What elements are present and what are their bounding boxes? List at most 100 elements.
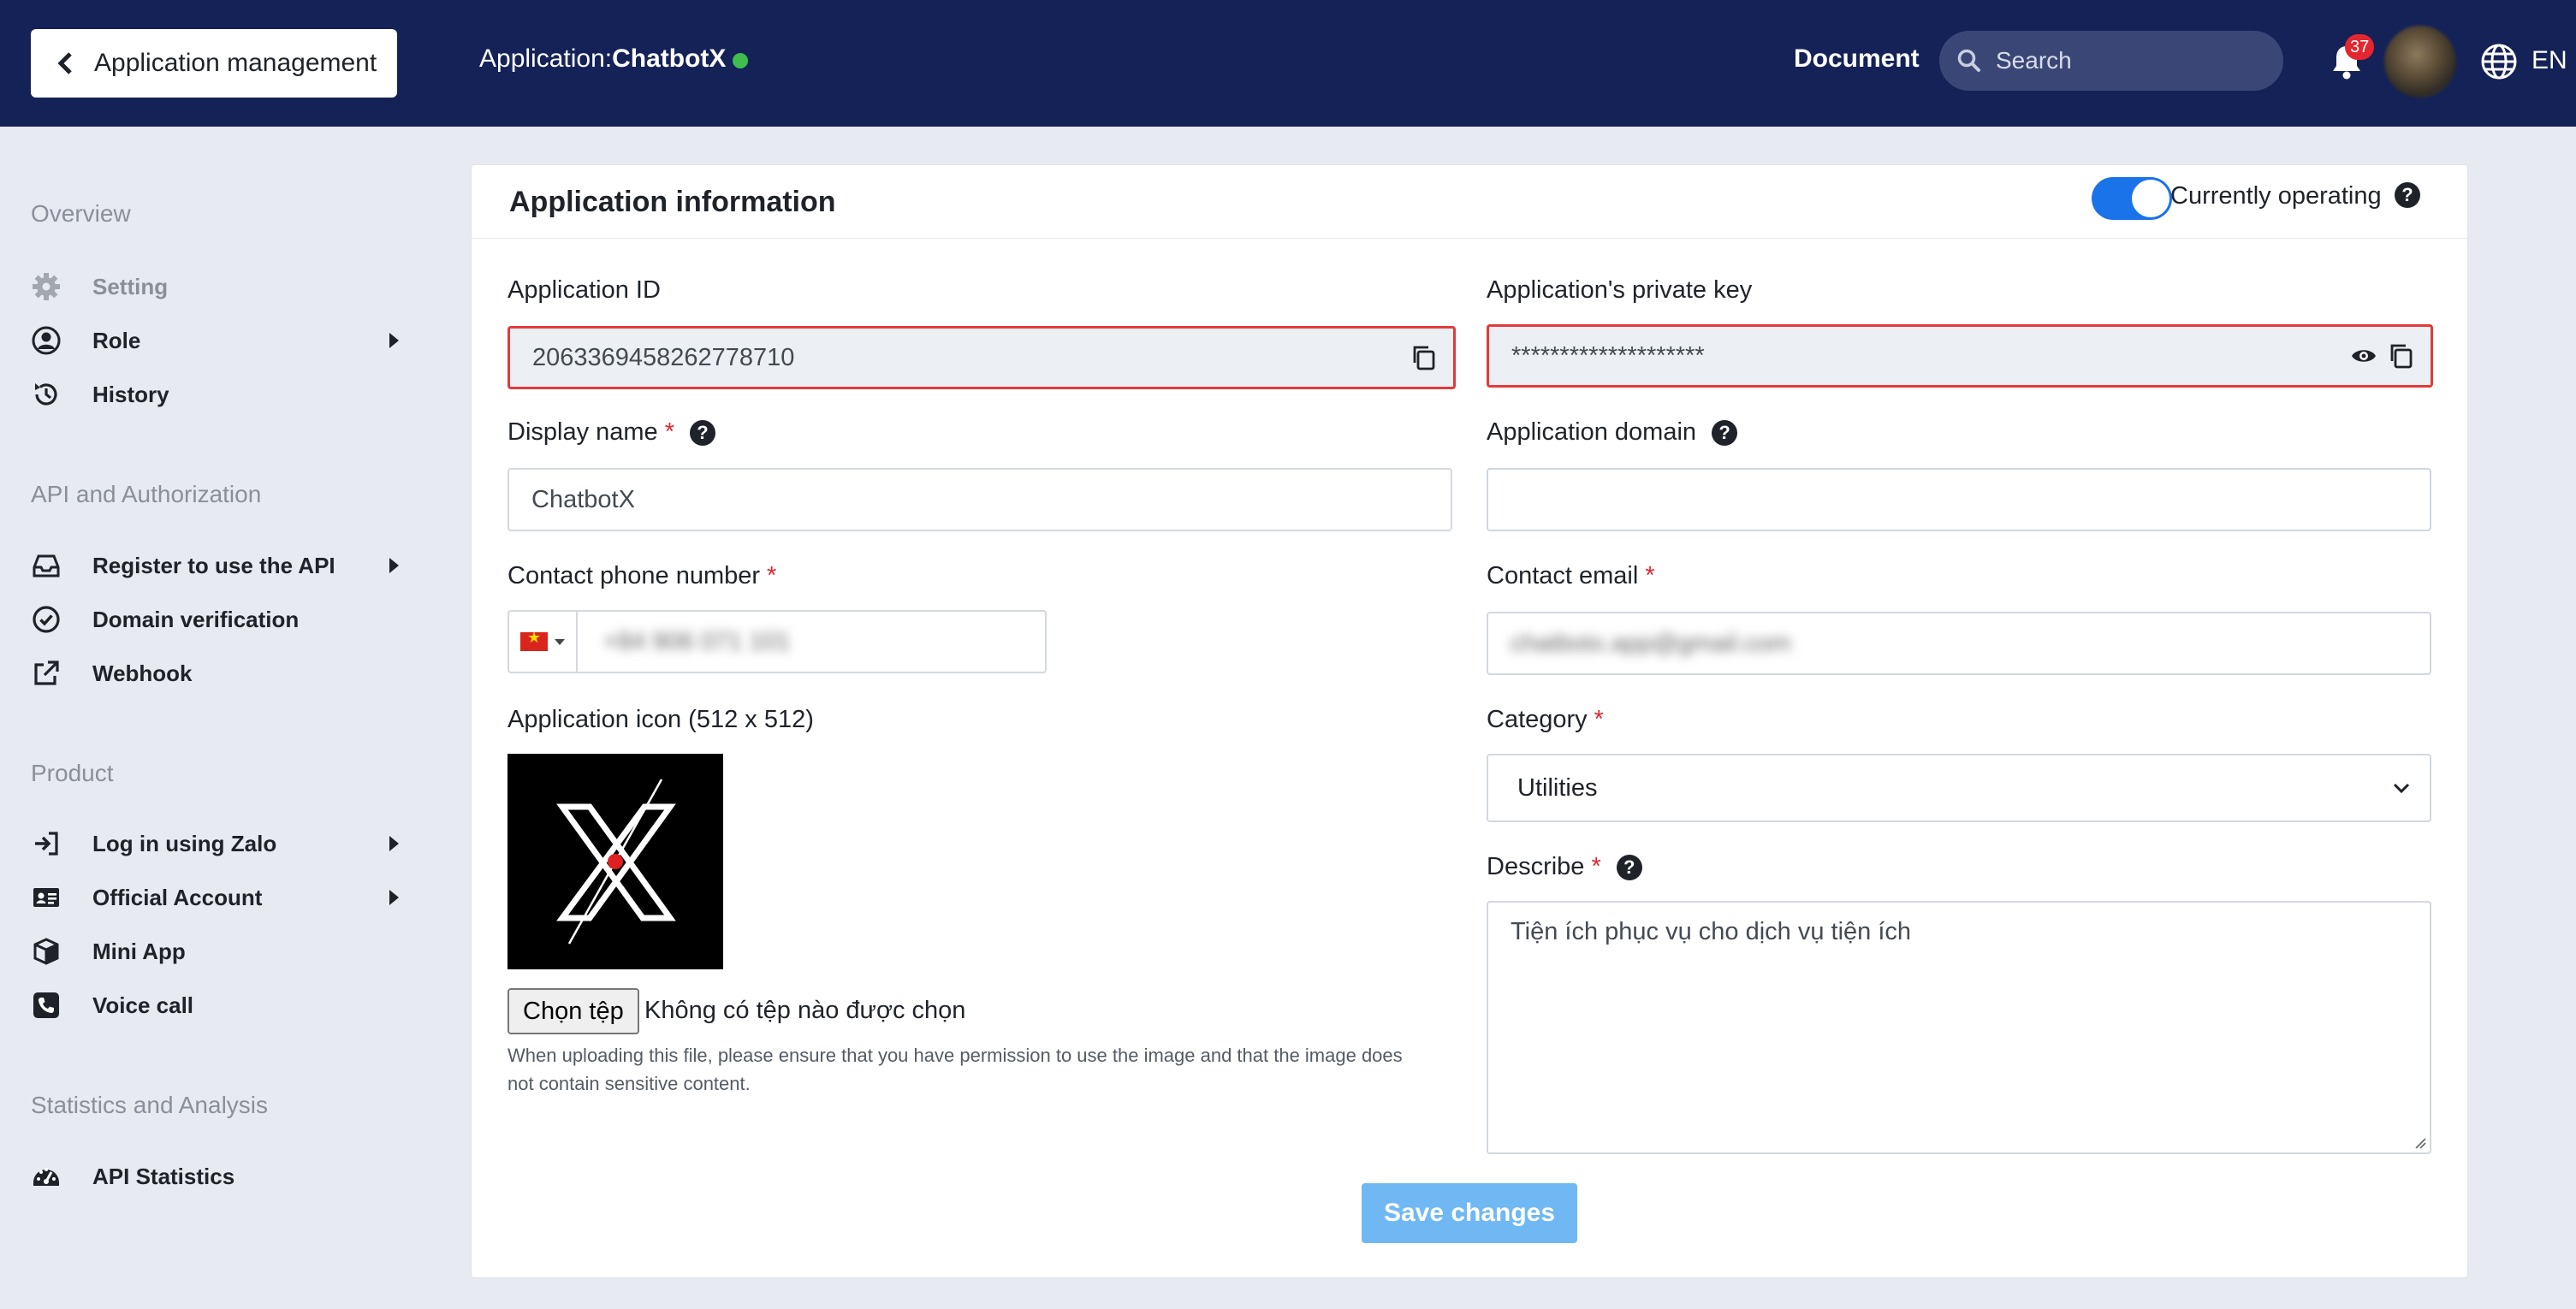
display-name-input[interactable] bbox=[531, 485, 1451, 514]
document-link[interactable]: Document bbox=[1794, 44, 1920, 74]
private-key-label-text: Application's private key bbox=[1487, 276, 1753, 304]
help-icon[interactable]: ? bbox=[1712, 419, 1738, 446]
required-mark: * bbox=[1591, 853, 1601, 880]
back-button[interactable]: Application management bbox=[31, 29, 397, 98]
app-domain-field[interactable] bbox=[1487, 468, 2431, 531]
gear-icon bbox=[33, 273, 60, 300]
globe-icon[interactable] bbox=[2480, 43, 2518, 80]
describe-textarea[interactable]: Tiện ích phục vụ cho dịch vụ tiện ích bbox=[1487, 901, 2431, 1154]
sidebar-item-voice-call[interactable]: Voice call bbox=[31, 984, 399, 1027]
status-dot bbox=[733, 53, 749, 68]
email-value: chatbotx.app@gmail.com bbox=[1511, 629, 1791, 657]
sidebar-item-label: Mini App bbox=[92, 938, 186, 964]
sign-in-icon bbox=[35, 832, 58, 856]
display-name-field[interactable] bbox=[507, 468, 1452, 531]
card-title: Application information bbox=[509, 186, 836, 218]
sidebar-item-history[interactable]: History bbox=[31, 373, 399, 416]
required-mark: * bbox=[1594, 706, 1604, 733]
sidebar-item-mini-app[interactable]: Mini App bbox=[31, 930, 399, 973]
top-bar: Application management Application: Chat… bbox=[0, 0, 2576, 127]
required-mark: * bbox=[664, 418, 674, 446]
app-id-field: 2063369458262778710 bbox=[507, 326, 1456, 389]
sidebar-item-label: API Statistics bbox=[92, 1163, 235, 1189]
private-key-field: ******************** bbox=[1487, 324, 2433, 388]
sidebar-item-api-statistics[interactable]: API Statistics bbox=[31, 1155, 399, 1198]
caret-right-icon bbox=[389, 558, 399, 573]
sidebar-group-api: API and Authorization bbox=[31, 481, 262, 507]
sidebar-item-label: Official Account bbox=[92, 884, 263, 910]
describe-label: Describe * ? bbox=[1487, 853, 1642, 881]
caret-right-icon bbox=[389, 890, 399, 905]
caret-down-icon bbox=[555, 638, 565, 645]
describe-value: Tiện ích phục vụ cho dịch vụ tiện ích bbox=[1511, 918, 1912, 945]
save-button[interactable]: Save changes bbox=[1362, 1183, 1577, 1243]
phone-value: +84 906 071 101 bbox=[603, 627, 791, 655]
app-name: ChatbotX bbox=[612, 44, 727, 73]
required-mark: * bbox=[1645, 562, 1655, 589]
eye-icon[interactable] bbox=[2350, 342, 2377, 370]
category-label: Category * bbox=[1487, 706, 1604, 734]
resize-handle-icon[interactable] bbox=[2414, 1137, 2426, 1149]
sidebar-item-label: Voice call bbox=[92, 992, 194, 1018]
sidebar-item-label: Role bbox=[92, 327, 141, 353]
back-button-label: Application management bbox=[94, 49, 377, 77]
help-icon[interactable]: ? bbox=[1616, 854, 1642, 880]
sidebar-item-login-zalo[interactable]: Log in using Zalo bbox=[31, 822, 399, 865]
display-name-label: Display name * ? bbox=[507, 418, 715, 447]
app-icon-label-text: Application icon (512 x 512) bbox=[507, 706, 814, 733]
chevron-left-icon bbox=[57, 52, 72, 74]
notification-badge: 37 bbox=[2345, 34, 2375, 60]
sidebar-item-role[interactable]: Role bbox=[31, 319, 399, 362]
app-title: Application: ChatbotX bbox=[479, 44, 749, 74]
category-label-text: Category bbox=[1487, 706, 1588, 733]
search-box[interactable] bbox=[1939, 31, 2283, 91]
help-icon[interactable]: ? bbox=[689, 419, 715, 446]
phone-field[interactable]: +84 906 071 101 bbox=[507, 610, 1047, 673]
app-id-label: Application ID bbox=[507, 276, 661, 305]
card-header: Application information Currently operat… bbox=[472, 165, 2467, 239]
sidebar-item-register-api[interactable]: Register to use the API bbox=[31, 544, 399, 587]
sidebar-item-webhook[interactable]: Webhook bbox=[31, 652, 399, 695]
sidebar-item-official-account[interactable]: Official Account bbox=[31, 876, 399, 919]
choose-file-button[interactable]: Chọn tệp bbox=[507, 988, 639, 1034]
sidebar-group-product: Product bbox=[31, 760, 114, 786]
email-field[interactable]: chatbotx.app@gmail.com bbox=[1487, 612, 2431, 675]
sidebar-item-label: Setting bbox=[92, 273, 169, 299]
category-select[interactable]: Utilities bbox=[1487, 754, 2431, 822]
inbox-icon bbox=[33, 554, 60, 578]
caret-right-icon bbox=[389, 836, 399, 851]
display-name-label-text: Display name bbox=[507, 418, 658, 446]
avatar[interactable] bbox=[2384, 26, 2456, 98]
language-selector[interactable]: EN bbox=[2531, 46, 2567, 75]
search-input[interactable] bbox=[1996, 47, 2270, 74]
file-status: Không có tệp nào được chọn bbox=[644, 997, 966, 1024]
sidebar-group-statistics: Statistics and Analysis bbox=[31, 1092, 269, 1118]
sidebar-item-label: History bbox=[92, 381, 169, 407]
required-mark: * bbox=[767, 562, 777, 589]
copy-icon[interactable] bbox=[1410, 344, 1438, 371]
describe-label-text: Describe bbox=[1487, 853, 1585, 880]
private-key-value: ******************** bbox=[1511, 341, 1705, 370]
cube-icon bbox=[33, 938, 59, 965]
app-id-value: 2063369458262778710 bbox=[532, 343, 795, 371]
sidebar-item-domain-verification[interactable]: Domain verification bbox=[31, 598, 399, 641]
app-domain-label: Application domain ? bbox=[1487, 418, 1738, 447]
app-icon-label: Application icon (512 x 512) bbox=[507, 706, 814, 734]
search-icon bbox=[1957, 49, 1980, 72]
app-title-prefix: Application: bbox=[479, 44, 613, 73]
copy-icon[interactable] bbox=[2388, 342, 2415, 370]
sidebar-item-setting[interactable]: Setting bbox=[31, 265, 399, 308]
vietnam-flag-icon bbox=[520, 629, 548, 651]
private-key-label: Application's private key bbox=[1487, 276, 1752, 305]
country-code-selector[interactable] bbox=[509, 612, 578, 672]
app-domain-input[interactable] bbox=[1511, 485, 2430, 514]
sidebar-item-label: Domain verification bbox=[92, 606, 300, 632]
app-domain-label-text: Application domain bbox=[1487, 418, 1697, 446]
sidebar-group-overview: Overview bbox=[31, 200, 131, 227]
help-icon[interactable]: ? bbox=[2395, 182, 2420, 208]
operating-toggle[interactable] bbox=[2092, 177, 2172, 220]
sidebar-item-label: Webhook bbox=[92, 660, 193, 686]
app-id-label-text: Application ID bbox=[507, 276, 661, 304]
category-value: Utilities bbox=[1517, 773, 1598, 802]
user-circle-icon bbox=[32, 326, 61, 355]
